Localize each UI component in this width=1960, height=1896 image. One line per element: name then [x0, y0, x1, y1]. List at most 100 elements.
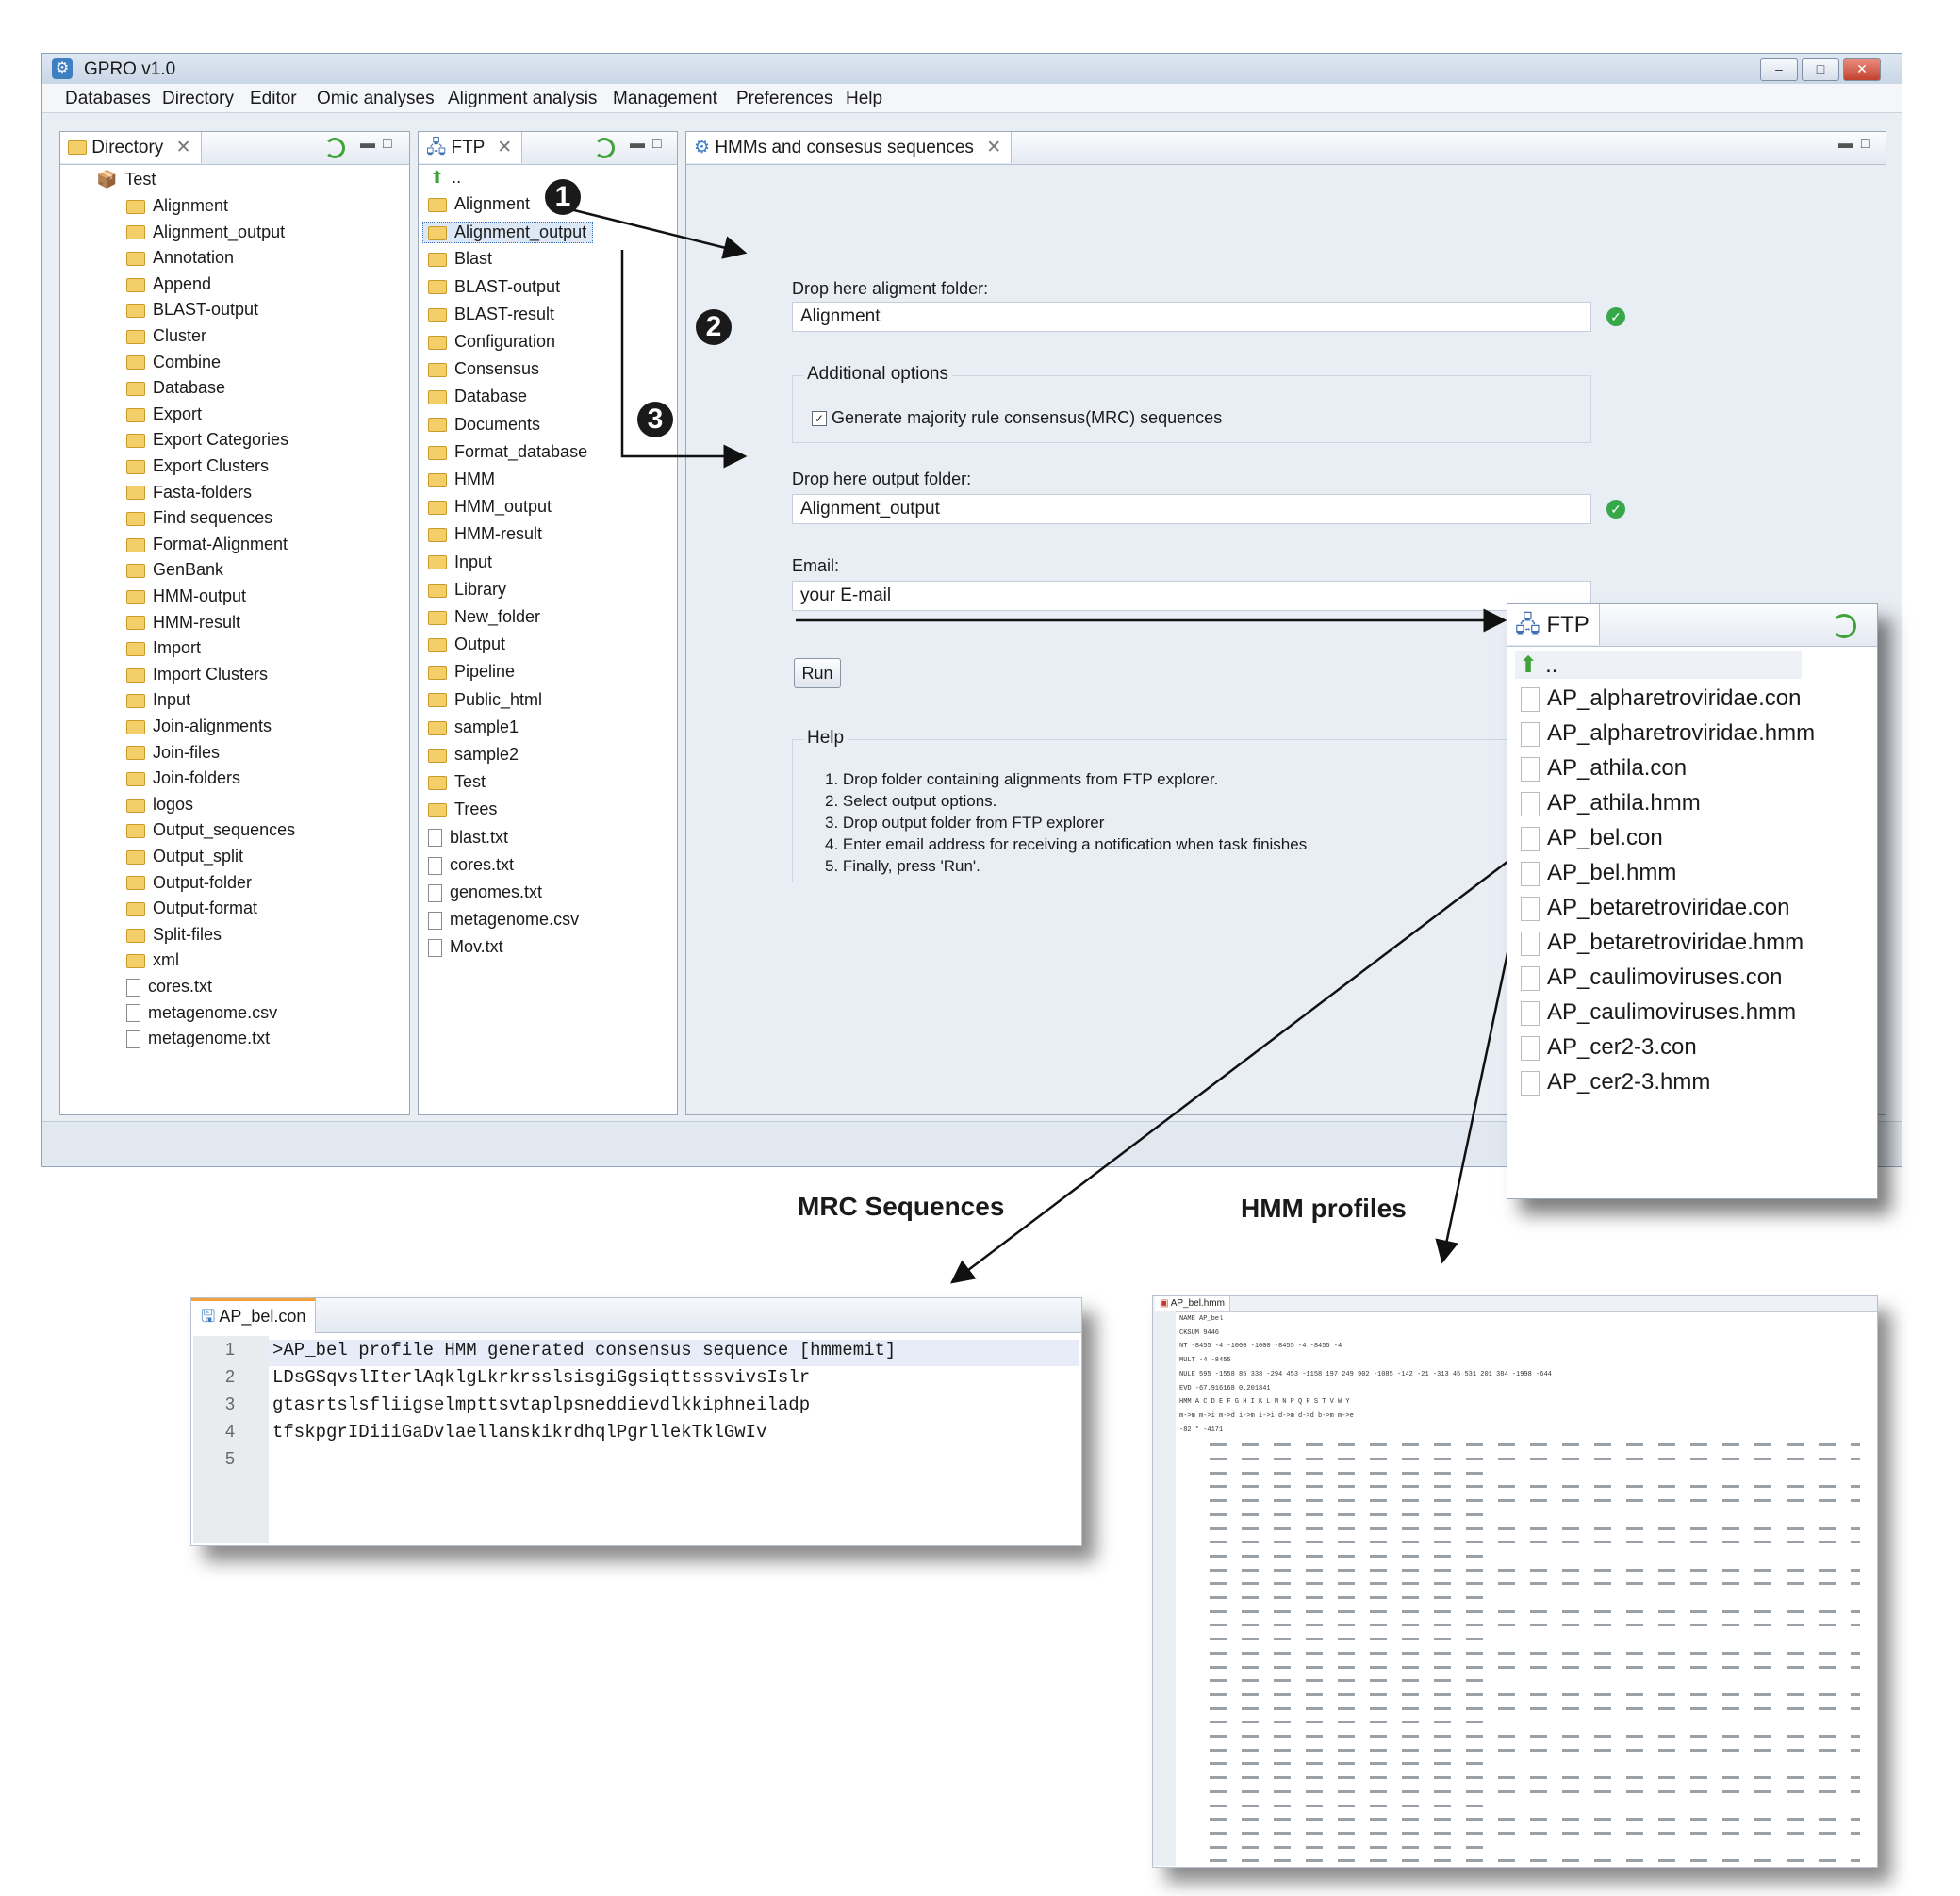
file-label: AP_bel.con	[1547, 825, 1663, 850]
arrow-alignment	[569, 207, 748, 259]
hmm-profile-row	[1210, 1735, 1860, 1738]
line-number: 2	[225, 1367, 236, 1386]
hmm-profile-row	[1210, 1762, 1492, 1766]
file-icon	[1521, 861, 1540, 886]
hmm-editor-header: ▣ AP_bel.hmm	[1153, 1296, 1877, 1312]
ftp-zoom-file-item[interactable]: AP_athila.con	[1521, 755, 1687, 782]
line-number: 5	[225, 1449, 236, 1468]
ftp-up-item[interactable]: ⬆..	[1515, 651, 1802, 679]
arrow-mrc	[950, 851, 1521, 1284]
hmm-profile-row	[1210, 1831, 1860, 1835]
code-line: tfskpgrIDiiiGaDvlaellanskikrdhqlPgrllekT…	[272, 1422, 767, 1443]
hmm-profile-row	[1210, 1804, 1492, 1807]
file-label: AP_athila.con	[1547, 755, 1688, 781]
file-label: AP_bel.hmm	[1547, 860, 1677, 885]
tab-ap-bel-hmm[interactable]: ▣ AP_bel.hmm	[1155, 1296, 1230, 1311]
refresh-icon[interactable]	[1832, 614, 1856, 638]
up-label: ..	[1545, 652, 1558, 678]
file-icon	[1521, 721, 1540, 747]
mrc-editor-header: 🖫 AP_bel.con	[191, 1298, 1081, 1333]
hmm-profile-row	[1210, 1818, 1860, 1822]
hmm-profile-row	[1210, 1554, 1492, 1558]
file-label: AP_athila.hmm	[1547, 790, 1701, 816]
hmm-profile-row	[1210, 1624, 1860, 1627]
ftp-zoom-file-item[interactable]: AP_cer2-3.hmm	[1521, 1069, 1710, 1096]
hmm-profile-row	[1210, 1776, 1860, 1780]
hmm-line: HMM A C D E F G H I K L M N P Q R S T V …	[1179, 1398, 1350, 1407]
tab-ap-bel-con[interactable]: 🖫 AP_bel.con	[191, 1298, 317, 1333]
ftp-zoom-header: 🖧 FTP	[1507, 604, 1877, 647]
hmm-profile-row	[1210, 1596, 1492, 1599]
file-icon	[1521, 1070, 1540, 1096]
hmm-profile-row	[1210, 1721, 1492, 1724]
ftp-zoom-file-item[interactable]: AP_alpharetroviridae.hmm	[1521, 720, 1815, 747]
hmm-line: NT -8455 -4 -1000 -1000 -8455 -4 -8455 -…	[1179, 1343, 1342, 1351]
hmm-line: m->m m->i m->d i->m i->i d->m d->d b->m …	[1179, 1411, 1354, 1420]
step-2-badge: 2	[696, 309, 732, 345]
file-icon	[1521, 791, 1540, 816]
hmm-profile-row	[1210, 1845, 1492, 1849]
hmm-profile-row	[1210, 1541, 1860, 1544]
up-arrow-icon: ⬆	[1519, 652, 1539, 678]
file-icon	[1521, 896, 1540, 921]
hmm-line: NAME AP_bel	[1179, 1315, 1224, 1323]
hmm-profile-row	[1210, 1458, 1860, 1460]
ftp-zoom-file-item[interactable]: AP_athila.hmm	[1521, 790, 1701, 816]
file-icon: 🖫	[201, 1307, 216, 1326]
file-label: AP_alpharetroviridae.hmm	[1547, 720, 1816, 746]
hmm-line: MULT -4 -8455	[1179, 1357, 1231, 1365]
hmm-profile-row	[1210, 1512, 1492, 1516]
hmm-caption: HMM profiles	[1241, 1194, 1407, 1223]
ftp-zoom-file-item[interactable]: AP_caulimoviruses.hmm	[1521, 999, 1796, 1026]
ftp-zoom-panel: 🖧 FTP ⬆.. AP_alpharetroviridae.con AP_alph…	[1507, 603, 1878, 1199]
step-3-badge: 3	[637, 402, 673, 437]
hmm-profile-row	[1210, 1859, 1860, 1863]
file-label: AP_alpharetroviridae.con	[1547, 685, 1802, 711]
hmm-line: EVD -67.916168 0.201841	[1179, 1384, 1271, 1393]
hmm-profile-row	[1210, 1789, 1860, 1793]
file-label: AP_caulimoviruses.con	[1547, 964, 1783, 990]
file-label: AP_betaretroviridae.con	[1547, 895, 1790, 920]
tab-label: AP_bel.con	[219, 1307, 306, 1326]
mrc-editor: 🖫 AP_bel.con 1 >AP_bel profile HMM genera…	[190, 1297, 1082, 1546]
ftp-zoom-file-item[interactable]: AP_betaretroviridae.hmm	[1521, 930, 1804, 956]
code-line: gtasrtslsfliigselmpttsvtaplpsneddievdlkk…	[272, 1394, 811, 1415]
hmm-editor: ▣ AP_bel.hmm NAME AP_bel CKSUM 9446 NT -84…	[1152, 1295, 1878, 1868]
file-icon	[1521, 931, 1540, 956]
hmm-profile-row	[1210, 1485, 1860, 1489]
hmm-profile-row	[1210, 1471, 1492, 1475]
file-label: AP_cer2-3.hmm	[1547, 1069, 1711, 1095]
hmm-profile-row	[1210, 1651, 1860, 1655]
hmm-profile-row	[1210, 1692, 1860, 1696]
file-icon	[1521, 1035, 1540, 1061]
ftp-zoom-file-item[interactable]: AP_cer2-3.con	[1521, 1034, 1697, 1061]
file-icon: ▣	[1160, 1298, 1169, 1309]
hmm-code[interactable]: NAME AP_bel CKSUM 9446 NT -8455 -4 -1000 -…	[1153, 1315, 1877, 1866]
hmm-line: NULE 595 -1558 85 338 -294 453 -1158 197…	[1179, 1370, 1552, 1378]
hmm-profile-row	[1210, 1609, 1860, 1613]
file-icon	[1521, 756, 1540, 782]
ftp-zoom-file-item[interactable]: AP_caulimoviruses.con	[1521, 964, 1782, 991]
hmm-profile-row	[1210, 1526, 1860, 1530]
ftp-zoom-file-item[interactable]: AP_bel.con	[1521, 825, 1663, 851]
ftp-zoom-file-item[interactable]: AP_betaretroviridae.con	[1521, 895, 1789, 921]
mrc-caption: MRC Sequences	[798, 1192, 1005, 1221]
ftp-zoom-file-item[interactable]: AP_bel.hmm	[1521, 860, 1676, 886]
ftp-zoom-file-item[interactable]: AP_alpharetroviridae.con	[1521, 685, 1802, 712]
hmm-profile-row	[1210, 1679, 1492, 1683]
hmm-profile-row	[1210, 1665, 1860, 1669]
tab-label: AP_bel.hmm	[1170, 1298, 1225, 1309]
step-1-badge: 1	[545, 179, 581, 215]
file-icon	[1521, 826, 1540, 851]
tab-ftp-zoom[interactable]: 🖧 FTP	[1507, 604, 1600, 645]
code-line: >AP_bel profile HMM generated consensus …	[272, 1340, 897, 1360]
hmm-line: CKSUM 9446	[1179, 1328, 1220, 1337]
hmm-profile-row	[1210, 1499, 1860, 1503]
hmm-profile-row	[1210, 1638, 1492, 1641]
hmm-profile-row	[1210, 1706, 1860, 1710]
line-number: 1	[225, 1340, 236, 1359]
network-icon: 🖧	[1515, 612, 1540, 637]
file-label: AP_cer2-3.con	[1547, 1034, 1697, 1060]
file-icon	[1521, 686, 1540, 712]
hmm-line: -82 * -4171	[1179, 1426, 1224, 1434]
